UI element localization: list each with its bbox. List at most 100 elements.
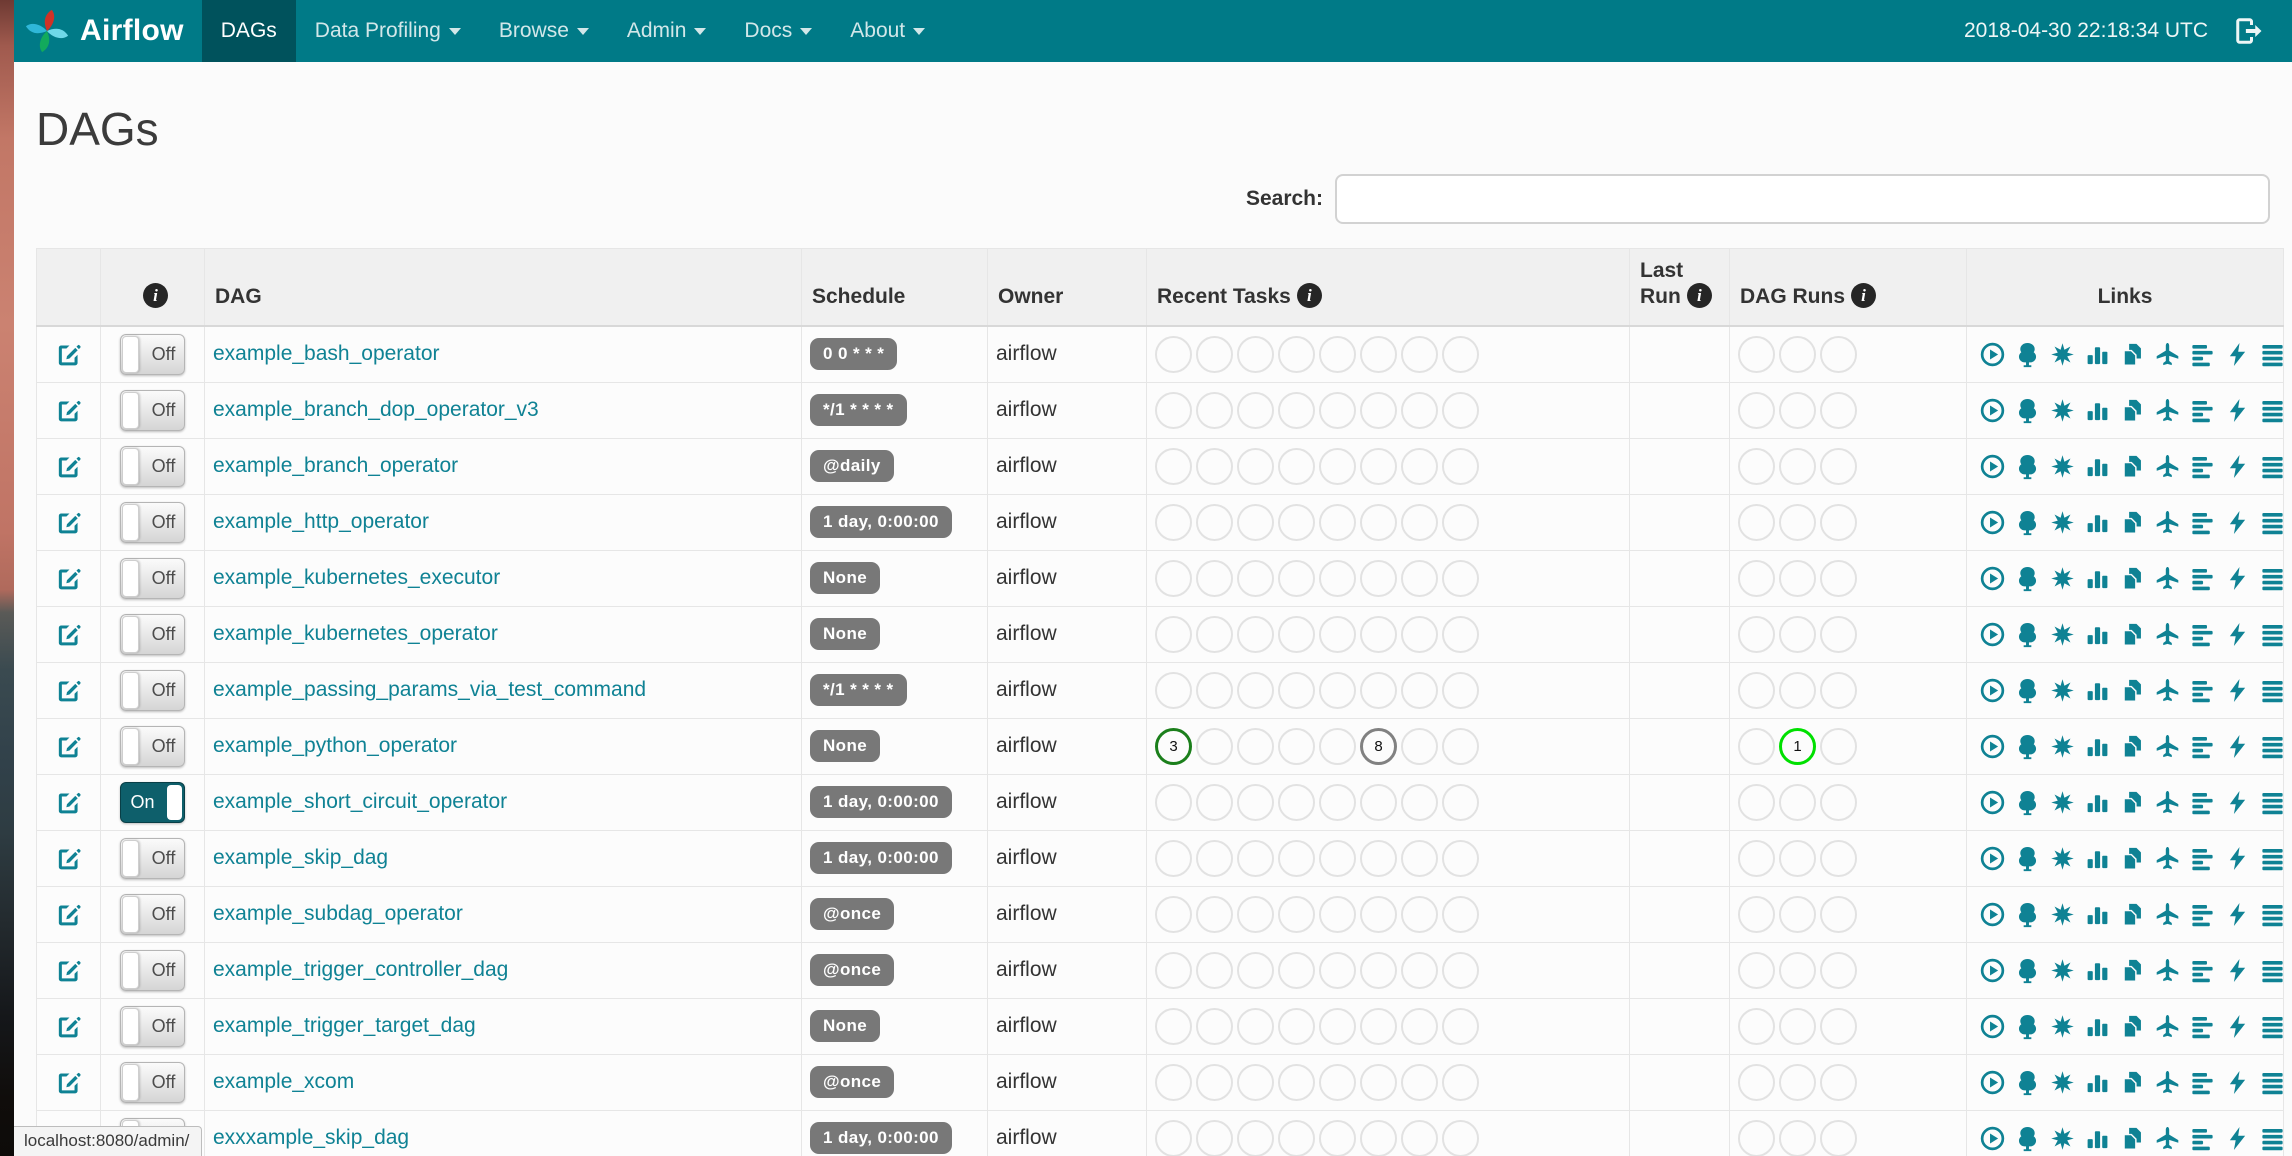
logs-link[interactable] (2259, 957, 2286, 984)
landing-times-link[interactable] (2154, 1013, 2181, 1040)
trigger-dag-link[interactable] (1979, 1069, 2006, 1096)
logs-link[interactable] (2259, 1013, 2286, 1040)
landing-times-link[interactable] (2154, 509, 2181, 536)
graph-view-link[interactable] (2049, 677, 2076, 704)
graph-view-link[interactable] (2049, 453, 2076, 480)
task-duration-link[interactable] (2084, 341, 2111, 368)
logout-button[interactable] (2234, 16, 2264, 46)
dag-link[interactable]: example_bash_operator (213, 342, 440, 365)
edit-dag-button[interactable] (54, 564, 83, 593)
gantt-link[interactable] (2189, 1125, 2216, 1152)
task-tries-link[interactable] (2119, 845, 2146, 872)
tree-view-link[interactable] (2014, 621, 2041, 648)
graph-view-link[interactable] (2049, 1125, 2076, 1152)
dag-link[interactable]: example_trigger_controller_dag (213, 958, 508, 981)
gantt-link[interactable] (2189, 789, 2216, 816)
code-view-link[interactable] (2224, 341, 2251, 368)
task-duration-link[interactable] (2084, 789, 2111, 816)
trigger-dag-link[interactable] (1979, 733, 2006, 760)
logs-link[interactable] (2259, 397, 2286, 424)
gantt-link[interactable] (2189, 901, 2216, 928)
nav-item-about[interactable]: About (831, 0, 944, 62)
graph-view-link[interactable] (2049, 845, 2076, 872)
nav-item-data-profiling[interactable]: Data Profiling (296, 0, 480, 62)
dag-link[interactable]: example_passing_params_via_test_command (213, 678, 646, 701)
task-tries-link[interactable] (2119, 1013, 2146, 1040)
logs-link[interactable] (2259, 621, 2286, 648)
task-tries-link[interactable] (2119, 789, 2146, 816)
tree-view-link[interactable] (2014, 565, 2041, 592)
task-duration-link[interactable] (2084, 733, 2111, 760)
graph-view-link[interactable] (2049, 733, 2076, 760)
gantt-link[interactable] (2189, 509, 2216, 536)
logs-link[interactable] (2259, 341, 2286, 368)
edit-dag-button[interactable] (54, 732, 83, 761)
task-duration-link[interactable] (2084, 845, 2111, 872)
dag-link[interactable]: example_http_operator (213, 510, 429, 533)
task-tries-link[interactable] (2119, 621, 2146, 648)
trigger-dag-link[interactable] (1979, 901, 2006, 928)
gantt-link[interactable] (2189, 733, 2216, 760)
edit-dag-button[interactable] (54, 844, 83, 873)
tree-view-link[interactable] (2014, 677, 2041, 704)
trigger-dag-link[interactable] (1979, 845, 2006, 872)
graph-view-link[interactable] (2049, 509, 2076, 536)
code-view-link[interactable] (2224, 509, 2251, 536)
landing-times-link[interactable] (2154, 397, 2181, 424)
graph-view-link[interactable] (2049, 1069, 2076, 1096)
task-duration-link[interactable] (2084, 1013, 2111, 1040)
trigger-dag-link[interactable] (1979, 341, 2006, 368)
graph-view-link[interactable] (2049, 397, 2076, 424)
code-view-link[interactable] (2224, 621, 2251, 648)
code-view-link[interactable] (2224, 1013, 2251, 1040)
task-duration-link[interactable] (2084, 1069, 2111, 1096)
graph-view-link[interactable] (2049, 1013, 2076, 1040)
task-duration-link[interactable] (2084, 453, 2111, 480)
landing-times-link[interactable] (2154, 901, 2181, 928)
code-view-link[interactable] (2224, 1125, 2251, 1152)
dag-link[interactable]: example_python_operator (213, 734, 457, 757)
dag-link[interactable]: example_xcom (213, 1070, 354, 1093)
dag-link[interactable]: exxxample_skip_dag (213, 1126, 409, 1149)
dag-toggle[interactable]: Off (120, 613, 185, 655)
gantt-link[interactable] (2189, 565, 2216, 592)
landing-times-link[interactable] (2154, 453, 2181, 480)
graph-view-link[interactable] (2049, 621, 2076, 648)
dag-toggle[interactable]: Off (120, 333, 185, 375)
code-view-link[interactable] (2224, 845, 2251, 872)
tree-view-link[interactable] (2014, 453, 2041, 480)
logs-link[interactable] (2259, 901, 2286, 928)
dag-toggle[interactable]: Off (120, 445, 185, 487)
graph-view-link[interactable] (2049, 789, 2076, 816)
task-duration-link[interactable] (2084, 677, 2111, 704)
search-input[interactable] (1335, 174, 2270, 224)
gantt-link[interactable] (2189, 677, 2216, 704)
trigger-dag-link[interactable] (1979, 957, 2006, 984)
code-view-link[interactable] (2224, 957, 2251, 984)
dag-link[interactable]: example_branch_operator (213, 454, 458, 477)
logs-link[interactable] (2259, 1125, 2286, 1152)
landing-times-link[interactable] (2154, 341, 2181, 368)
dag-toggle[interactable]: Off (120, 669, 185, 711)
graph-view-link[interactable] (2049, 901, 2076, 928)
edit-dag-button[interactable] (54, 452, 83, 481)
task-tries-link[interactable] (2119, 677, 2146, 704)
nav-item-admin[interactable]: Admin (608, 0, 726, 62)
landing-times-link[interactable] (2154, 621, 2181, 648)
task-tries-link[interactable] (2119, 509, 2146, 536)
dag-toggle[interactable]: Off (120, 893, 185, 935)
edit-dag-button[interactable] (54, 1068, 83, 1097)
trigger-dag-link[interactable] (1979, 509, 2006, 536)
dag-link[interactable]: example_subdag_operator (213, 902, 463, 925)
nav-item-dags[interactable]: DAGs (201, 0, 296, 62)
tree-view-link[interactable] (2014, 397, 2041, 424)
gantt-link[interactable] (2189, 341, 2216, 368)
task-tries-link[interactable] (2119, 901, 2146, 928)
graph-view-link[interactable] (2049, 341, 2076, 368)
nav-item-browse[interactable]: Browse (480, 0, 608, 62)
logs-link[interactable] (2259, 845, 2286, 872)
graph-view-link[interactable] (2049, 957, 2076, 984)
trigger-dag-link[interactable] (1979, 789, 2006, 816)
tree-view-link[interactable] (2014, 845, 2041, 872)
dag-link[interactable]: example_skip_dag (213, 846, 388, 869)
